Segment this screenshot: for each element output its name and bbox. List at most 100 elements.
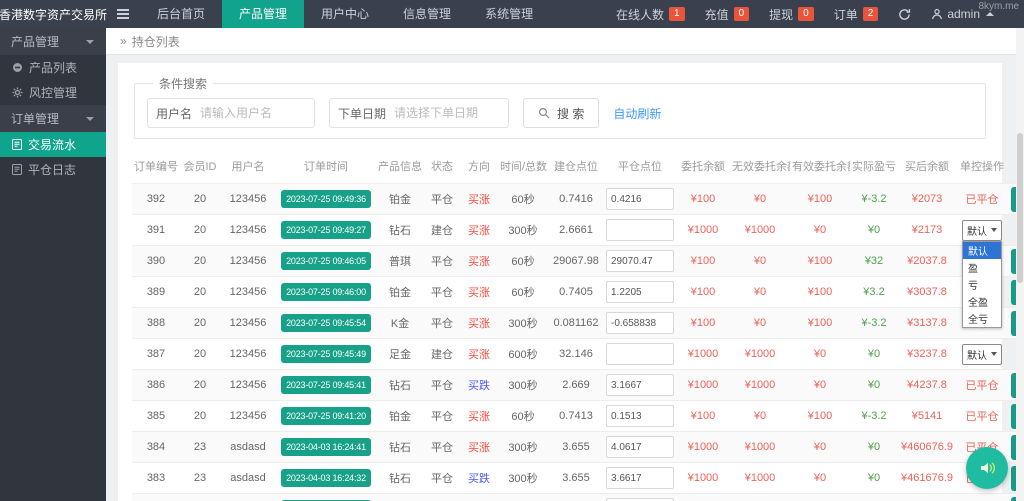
cell-actions: 查看删除 xyxy=(1008,432,1016,463)
table-row: 38234zjg0022023-04-02 23:20:58足金平仓买跌600秒… xyxy=(132,494,1016,501)
sidebar-item[interactable]: 交易流水 xyxy=(0,132,106,157)
cell-status: 建仓 xyxy=(424,215,460,246)
close-point-input[interactable] xyxy=(606,312,674,334)
cell-member-id: 20 xyxy=(180,184,220,215)
column-header: 建仓点位 xyxy=(548,149,604,184)
cell-entrust-balance: ¥100 xyxy=(676,246,730,277)
dropdown-option[interactable]: 盈 xyxy=(963,259,1001,276)
page-scrollbar[interactable] xyxy=(1016,28,1024,501)
search-icon xyxy=(538,107,550,119)
table-row: 390201234562023-07-25 09:46:05普琪平仓买涨60秒2… xyxy=(132,246,1016,277)
column-header: 产品信息 xyxy=(376,149,424,184)
stat-count-badge: 0 xyxy=(798,7,814,21)
cell-single-control: 已平仓 xyxy=(956,401,1008,432)
cell-username: asdasd xyxy=(220,463,276,494)
cell-order-id: 386 xyxy=(132,370,180,401)
topbar-stat[interactable]: 在线人数1 xyxy=(616,6,685,23)
sidebar-group-label: 产品管理 xyxy=(11,33,59,50)
cell-product-name: 钻石 xyxy=(376,432,424,463)
topbar-stat[interactable]: 提现 0 xyxy=(769,6,814,23)
cell-member-id: 23 xyxy=(180,432,220,463)
order-date-label: 下单日期 xyxy=(330,105,394,122)
close-point-input[interactable] xyxy=(606,281,674,303)
scrollbar-thumb[interactable] xyxy=(1017,133,1023,283)
cell-order-id: 390 xyxy=(132,246,180,277)
stat-label: 提现 xyxy=(769,6,793,23)
dropdown-option[interactable]: 默认 xyxy=(963,242,1001,259)
order-time-badge: 2023-07-25 09:45:54 xyxy=(281,314,371,332)
top-nav-item[interactable]: 系统管理 xyxy=(468,0,550,28)
username-input[interactable] xyxy=(200,106,314,120)
close-point-input[interactable] xyxy=(606,343,674,365)
dropdown-option[interactable]: 全亏 xyxy=(963,310,1001,327)
top-nav-item[interactable]: 用户中心 xyxy=(304,0,386,28)
cell-entrust-balance: ¥100 xyxy=(676,277,730,308)
close-point-input[interactable] xyxy=(606,219,674,241)
cell-balance-after-buy: ¥805500 xyxy=(898,494,956,501)
direction-label: 买跌 xyxy=(468,380,490,392)
dropdown-option[interactable]: 亏 xyxy=(963,276,1001,293)
column-header: 状态 xyxy=(424,149,460,184)
cell-duration: 300秒 xyxy=(498,463,548,494)
order-date-input[interactable] xyxy=(394,106,508,120)
cell-balance-after-buy: ¥5141 xyxy=(898,401,956,432)
cell-single-control: 已平仓 xyxy=(956,184,1008,215)
positions-table: 订单编号会员ID用户名订单时间产品信息状态方向时间/总数建仓点位平仓点位委托余额… xyxy=(132,149,1016,501)
sidebar-group-header[interactable]: 产品管理 xyxy=(0,28,106,55)
sidebar-item[interactable]: 风控管理 xyxy=(0,80,106,105)
cell-single-control: 默认 xyxy=(956,339,1008,370)
cell-single-control: 已平仓 xyxy=(956,494,1008,501)
table-row: 391201234562023-07-25 09:49:27钻石建仓买涨300秒… xyxy=(132,215,1016,246)
cell-open-point: 0.7405 xyxy=(548,277,604,308)
cell-open-point: 2.669 xyxy=(548,370,604,401)
search-button[interactable]: 搜 索 xyxy=(523,98,599,128)
cell-status: 平仓 xyxy=(424,370,460,401)
cell-actual-profit: ¥0 xyxy=(850,432,898,463)
cell-invalid-entrust-balance: ¥1000 xyxy=(730,215,790,246)
cell-member-id: 20 xyxy=(180,277,220,308)
close-point-input[interactable] xyxy=(606,467,674,489)
auto-refresh-link[interactable]: 自动刷新 xyxy=(613,105,661,122)
cell-open-point: 0.7416 xyxy=(548,184,604,215)
cell-order-id: 387 xyxy=(132,339,180,370)
topbar-stat[interactable]: 充值0 xyxy=(705,6,750,23)
cell-entrust-balance: ¥1000 xyxy=(676,432,730,463)
topbar-stats: 在线人数1 充值0 提现 0 订单2 xyxy=(616,6,878,23)
sidebar-item[interactable]: 平仓日志 xyxy=(0,157,106,182)
floating-service-button[interactable] xyxy=(966,447,1008,489)
dropdown-option[interactable]: 全盈 xyxy=(963,293,1001,310)
top-nav-item[interactable]: 后台首页 xyxy=(140,0,222,28)
refresh-icon[interactable] xyxy=(898,8,911,21)
cell-member-id: 20 xyxy=(180,401,220,432)
cell-order-id: 392 xyxy=(132,184,180,215)
close-point-input[interactable] xyxy=(606,436,674,458)
close-point-input[interactable] xyxy=(606,374,674,396)
cell-direction: 买跌 xyxy=(460,370,498,401)
product-list-icon xyxy=(12,62,23,73)
direction-label: 买涨 xyxy=(468,442,490,454)
cell-open-point: 2.6661 xyxy=(548,215,604,246)
topbar-stat[interactable]: 订单2 xyxy=(834,6,879,23)
close-point-input[interactable] xyxy=(606,250,674,272)
top-nav-item[interactable]: 信息管理 xyxy=(386,0,468,28)
sidebar-group-header[interactable]: 订单管理 xyxy=(0,105,106,132)
direction-label: 买涨 xyxy=(468,318,490,330)
cell-open-point: 32.146 xyxy=(548,339,604,370)
cell-open-point: 0.081162 xyxy=(548,308,604,339)
cell-actions: 查看删除 xyxy=(1008,401,1016,432)
hamburger-icon[interactable] xyxy=(106,0,140,28)
column-header: 买后余额 xyxy=(898,149,956,184)
sound-icon xyxy=(977,458,997,478)
cell-username: 123456 xyxy=(220,339,276,370)
cell-balance-after-buy: ¥2037.8 xyxy=(898,246,956,277)
cell-product-name: 铂金 xyxy=(376,184,424,215)
sidebar-item[interactable]: 产品列表 xyxy=(0,55,106,80)
close-point-input[interactable] xyxy=(606,188,674,210)
control-select[interactable]: 默认 xyxy=(962,220,1002,241)
top-nav-item[interactable]: 产品管理 xyxy=(222,0,304,28)
close-point-input[interactable] xyxy=(606,405,674,427)
sidebar-item-label: 平仓日志 xyxy=(28,161,76,178)
cell-order-time: 2023-07-25 09:46:00 xyxy=(276,277,376,308)
cell-username: 123456 xyxy=(220,370,276,401)
control-select[interactable]: 默认 xyxy=(962,344,1002,365)
